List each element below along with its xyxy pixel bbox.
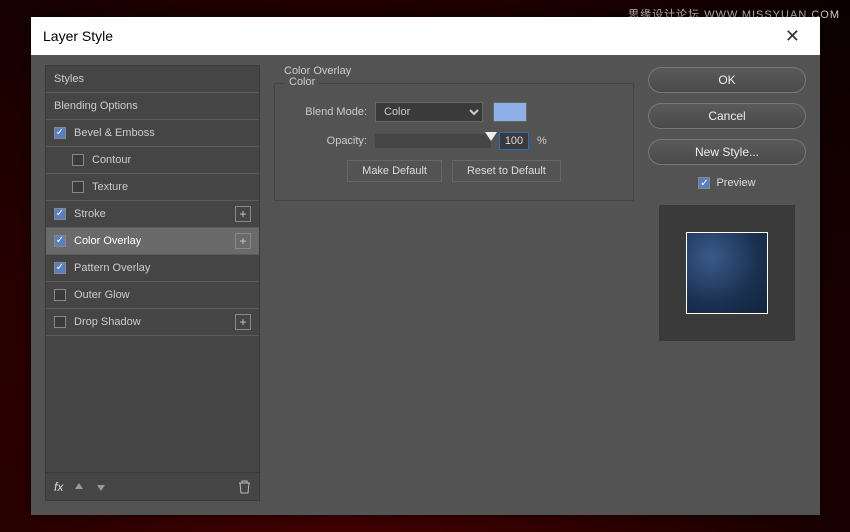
style-label: Pattern Overlay bbox=[74, 262, 150, 274]
group-title: Color Overlay bbox=[284, 65, 634, 77]
reset-default-button[interactable]: Reset to Default bbox=[452, 160, 561, 182]
style-label: Color Overlay bbox=[74, 235, 141, 247]
opacity-input[interactable] bbox=[499, 132, 529, 150]
add-effect-icon[interactable]: + bbox=[235, 233, 251, 249]
blending-options-label: Blending Options bbox=[54, 100, 138, 112]
style-checkbox[interactable] bbox=[54, 235, 66, 247]
settings-panel: Color Overlay Color Blend Mode: Color Op… bbox=[274, 65, 634, 501]
blend-mode-select[interactable]: Color bbox=[375, 102, 483, 122]
style-row-contour[interactable]: Contour bbox=[46, 147, 259, 174]
style-label: Bevel & Emboss bbox=[74, 127, 155, 139]
cancel-button[interactable]: Cancel bbox=[648, 103, 806, 129]
opacity-label: Opacity: bbox=[289, 135, 367, 147]
style-checkbox[interactable] bbox=[54, 316, 66, 328]
blend-mode-label: Blend Mode: bbox=[289, 106, 367, 118]
preview-checkbox-row[interactable]: Preview bbox=[648, 177, 806, 189]
opacity-slider[interactable] bbox=[375, 134, 491, 148]
arrow-up-icon[interactable] bbox=[73, 481, 85, 493]
style-row-stroke[interactable]: Stroke + bbox=[46, 201, 259, 228]
arrow-down-icon[interactable] bbox=[95, 481, 107, 493]
style-row-outer-glow[interactable]: Outer Glow bbox=[46, 282, 259, 309]
style-label: Stroke bbox=[74, 208, 106, 220]
color-fieldset: Color Blend Mode: Color Opacity: % Make … bbox=[274, 83, 634, 201]
titlebar: Layer Style ✕ bbox=[31, 17, 820, 55]
dialog-title: Layer Style bbox=[43, 28, 113, 44]
make-default-button[interactable]: Make Default bbox=[347, 160, 442, 182]
close-icon[interactable]: ✕ bbox=[777, 27, 808, 45]
style-row-pattern-overlay[interactable]: Pattern Overlay bbox=[46, 255, 259, 282]
blending-options-row[interactable]: Blending Options bbox=[46, 93, 259, 120]
new-style-button[interactable]: New Style... bbox=[648, 139, 806, 165]
style-label: Texture bbox=[92, 181, 128, 193]
blend-mode-row: Blend Mode: Color bbox=[289, 102, 619, 122]
style-row-texture[interactable]: Texture bbox=[46, 174, 259, 201]
default-buttons: Make Default Reset to Default bbox=[289, 160, 619, 182]
style-label: Outer Glow bbox=[74, 289, 130, 301]
styles-header-label: Styles bbox=[54, 73, 84, 85]
style-checkbox[interactable] bbox=[54, 208, 66, 220]
style-checkbox[interactable] bbox=[54, 127, 66, 139]
opacity-unit: % bbox=[537, 135, 547, 147]
style-row-drop-shadow[interactable]: Drop Shadow + bbox=[46, 309, 259, 336]
style-checkbox[interactable] bbox=[72, 181, 84, 193]
preview-label: Preview bbox=[716, 177, 755, 189]
style-checkbox[interactable] bbox=[54, 289, 66, 301]
style-checkbox[interactable] bbox=[54, 262, 66, 274]
style-checkbox[interactable] bbox=[72, 154, 84, 166]
preview-thumbnail bbox=[686, 232, 768, 314]
styles-footer: fx bbox=[46, 472, 259, 500]
style-label: Contour bbox=[92, 154, 131, 166]
preview-box bbox=[659, 205, 795, 341]
layer-style-dialog: Layer Style ✕ Styles Blending Options Be… bbox=[31, 17, 820, 515]
preview-checkbox[interactable] bbox=[698, 177, 710, 189]
fx-icon[interactable]: fx bbox=[54, 480, 63, 494]
right-panel: OK Cancel New Style... Preview bbox=[648, 65, 806, 501]
color-swatch[interactable] bbox=[493, 102, 527, 122]
slider-thumb-icon[interactable] bbox=[485, 132, 497, 141]
add-effect-icon[interactable]: + bbox=[235, 206, 251, 222]
add-effect-icon[interactable]: + bbox=[235, 314, 251, 330]
ok-button[interactable]: OK bbox=[648, 67, 806, 93]
styles-panel: Styles Blending Options Bevel & Emboss Co… bbox=[45, 65, 260, 501]
trash-icon[interactable] bbox=[238, 480, 251, 494]
style-label: Drop Shadow bbox=[74, 316, 141, 328]
opacity-row: Opacity: % bbox=[289, 132, 619, 150]
color-fieldset-label: Color bbox=[285, 76, 319, 88]
styles-list: Styles Blending Options Bevel & Emboss Co… bbox=[45, 65, 260, 501]
style-row-bevel-emboss[interactable]: Bevel & Emboss bbox=[46, 120, 259, 147]
styles-header[interactable]: Styles bbox=[46, 66, 259, 93]
style-row-color-overlay[interactable]: Color Overlay + bbox=[46, 228, 259, 255]
dialog-body: Styles Blending Options Bevel & Emboss Co… bbox=[31, 55, 820, 515]
